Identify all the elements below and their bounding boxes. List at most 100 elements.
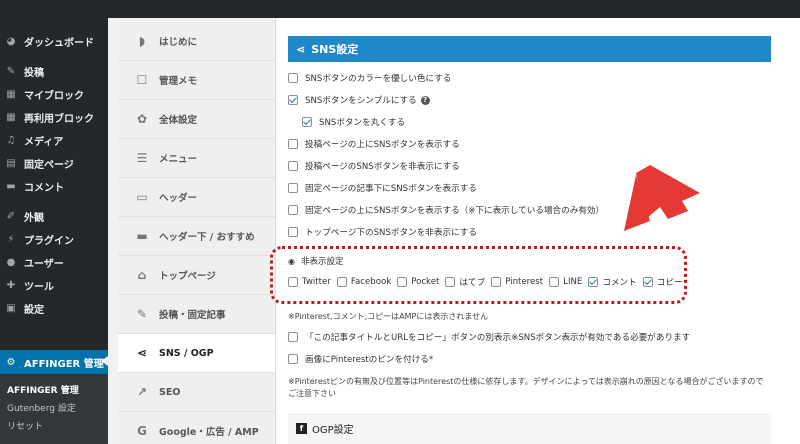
help-icon[interactable]: ? [420,95,430,105]
option-page-top-buttons[interactable]: 固定ページの上にSNSボタンを表示する（※下に表示している場合のみ有効） [288,202,604,218]
option-label: 固定ページの記事下にSNSボタンを表示する [305,184,477,194]
checkbox[interactable] [288,332,298,342]
sidebar-item-label: 再利用ブロック [24,113,94,125]
share-icon: ⋖ [296,42,306,56]
tab-label: はじめに [159,37,198,48]
sidebar-item-label: マイブロック [24,90,84,102]
checkbox[interactable] [288,73,298,83]
sidebar-item-posts[interactable]: ✎ 投稿 [0,60,108,82]
tab-header[interactable]: ▭ ヘッダー [118,178,275,217]
gear-icon: ⚙ [6,356,16,368]
option-hide-post-buttons[interactable]: 投稿ページのSNSボタンを非表示にする [288,158,460,174]
affinger-tab-menu: ◗ はじめに ☐ 管理メモ ✿ 全体設定 ☰ メニュー ▭ ヘッダー ▬ ヘッダー下 / お… [118,18,276,444]
tab-label: メニュー [159,154,198,165]
tab-label: 投稿・固定記事 [159,310,226,321]
option-soft-color[interactable]: SNSボタンのカラーを優しい色にする [288,70,451,86]
tab-label: ヘッダー下 / おすすめ [159,232,255,243]
tab-menu[interactable]: ☰ メニュー [118,139,275,178]
checkbox[interactable] [288,139,298,149]
option-pinterest-pin[interactable]: 画像にPinterestのピンを付ける* [288,351,433,367]
sidebar-item-my-blocks[interactable]: ▦ マイブロック [0,83,108,105]
option-simple-buttons[interactable]: SNSボタンをシンプルにする? [288,92,430,108]
submenu-item-gutenberg[interactable]: Gutenberg 設定 [0,398,108,416]
wp-admin-sidebar: ◕ ダッシュボード ✎ 投稿 ▦ マイブロック ▦ 再利用ブロック ♫ メディア ▤ 固定ペ… [0,0,108,444]
screen: ◕ ダッシュボード ✎ 投稿 ▦ マイブロック ▦ 再利用ブロック ♫ メディア ▤ 固定ペ… [0,0,800,444]
sns-settings-header: ⋖ SNS設定 [288,36,771,62]
settings-content: ⋖ SNS設定 SNSボタンのカラーを優しい色にする SNSボタンをシンプルにする… [276,18,800,444]
memo-icon: ☐ [136,73,148,87]
tab-google-ads-amp[interactable]: G Google・広告 / AMP [118,412,275,444]
option-label: トップページ下のSNSボタンを非表示にする [305,228,477,238]
sidebar-item-comments[interactable]: ▬ コメント [0,175,108,197]
checkbox[interactable] [288,161,298,171]
sidebar-item-dashboard[interactable]: ◕ ダッシュボード [0,30,108,52]
wrench-icon: ✚ [6,279,16,291]
sidebar-item-label: 外観 [24,212,44,224]
tab-seo[interactable]: ↗ SEO [118,373,275,412]
section-title: SNS設定 [311,43,359,56]
sidebar-item-label: 設定 [24,304,44,316]
sidebar-item-pages[interactable]: ▤ 固定ページ [0,152,108,174]
tab-admin-memo[interactable]: ☐ 管理メモ [118,61,275,100]
sidebar-item-plugins[interactable]: ⚡ プラグイン [0,228,108,250]
palette-icon: ✿ [136,112,148,126]
sidebar-item-label: コメント [24,182,64,194]
tab-introduction[interactable]: ◗ はじめに [118,22,275,61]
tab-sns-ogp[interactable]: ⋖ SNS / OGP [118,334,275,373]
share-icon: ⋖ [136,346,148,360]
sidebar-item-label: 固定ページ [24,159,74,171]
submenu-item-affinger[interactable]: AFFINGER 管理 [0,380,108,398]
checkbox[interactable] [288,205,298,215]
option-round-buttons[interactable]: SNSボタンを丸くする [302,114,405,130]
tab-label: ヘッダー [159,193,198,204]
checkbox[interactable] [288,183,298,193]
sidebar-item-label: ユーザー [24,258,64,270]
option-label: 「この記事タイトルとURLをコピー」ボタンの別表示※SNSボタン表示が有効である… [305,333,691,343]
option-page-bottom-buttons[interactable]: 固定ページの記事下にSNSボタンを表示する [288,180,477,196]
beginner-icon: ◗ [138,34,146,48]
ogp-settings-header: f OGP設定 [288,413,771,444]
tab-top-page[interactable]: ⌂ トップページ [118,256,275,295]
settings-icon: ▣ [6,302,16,314]
sidebar-item-settings[interactable]: ▣ 設定 [0,297,108,319]
header-icon: ▭ [136,190,148,204]
sidebar-item-affinger[interactable]: ⚙ AFFINGER 管理 [0,350,108,374]
media-icon: ♫ [6,134,16,146]
sidebar-submenu: AFFINGER 管理 Gutenberg 設定 リセット [0,374,108,444]
tab-posts-pages[interactable]: ✎ 投稿・固定記事 [118,295,275,334]
sidebar-item-reusable-blocks[interactable]: ▦ 再利用ブロック [0,106,108,128]
submenu-item-reset[interactable]: リセット [0,416,108,434]
option-label: 画像にPinterestのピンを付ける* [305,355,434,365]
home-icon: ⌂ [137,268,147,282]
checkbox[interactable] [288,95,298,105]
chart-icon: ↗ [136,385,148,399]
sidebar-item-label: 投稿 [24,67,44,79]
sidebar-item-appearance[interactable]: ✐ 外観 [0,205,108,227]
sidebar-item-label: AFFINGER 管理 [24,358,104,370]
checkbox[interactable] [302,117,312,127]
sidebar-item-label: ダッシュボード [24,37,94,49]
pinterest-amp-note: ※Pinterest,コメント,コピーはAMPには表示されません [288,312,489,321]
page-icon: ▤ [6,157,16,169]
sidebar-item-label: ツール [24,281,54,293]
dashboard-icon: ◕ [6,35,16,47]
tab-label: Google・広告 / AMP [159,427,259,438]
option-hide-top-page-buttons[interactable]: トップページ下のSNSボタンを非表示にする [288,224,477,240]
sidebar-item-users[interactable]: ● ユーザー [0,251,108,273]
checkbox[interactable] [288,227,298,237]
sidebar-item-media[interactable]: ♫ メディア [0,129,108,151]
option-label: 投稿ページの上にSNSボタンを表示する [305,140,460,150]
edit-icon: ✎ [136,307,148,321]
sidebar-item-tools[interactable]: ✚ ツール [0,274,108,296]
tab-header-below[interactable]: ▬ ヘッダー下 / おすすめ [118,217,275,256]
option-post-top-buttons[interactable]: 投稿ページの上にSNSボタンを表示する [288,136,460,152]
option-copy-button-separate[interactable]: 「この記事タイトルとURLをコピー」ボタンの別表示※SNSボタン表示が有効である… [288,329,690,345]
tab-label: トップページ [159,271,216,282]
pinterest-spec-note-cont: ご注意下さい [288,389,336,398]
header-below-icon: ▬ [136,229,148,243]
comment-icon: ▬ [6,180,16,192]
option-label: 投稿ページのSNSボタンを非表示にする [305,162,460,172]
tab-general-settings[interactable]: ✿ 全体設定 [118,100,275,139]
tab-label: SEO [159,386,181,398]
checkbox[interactable] [288,354,298,364]
